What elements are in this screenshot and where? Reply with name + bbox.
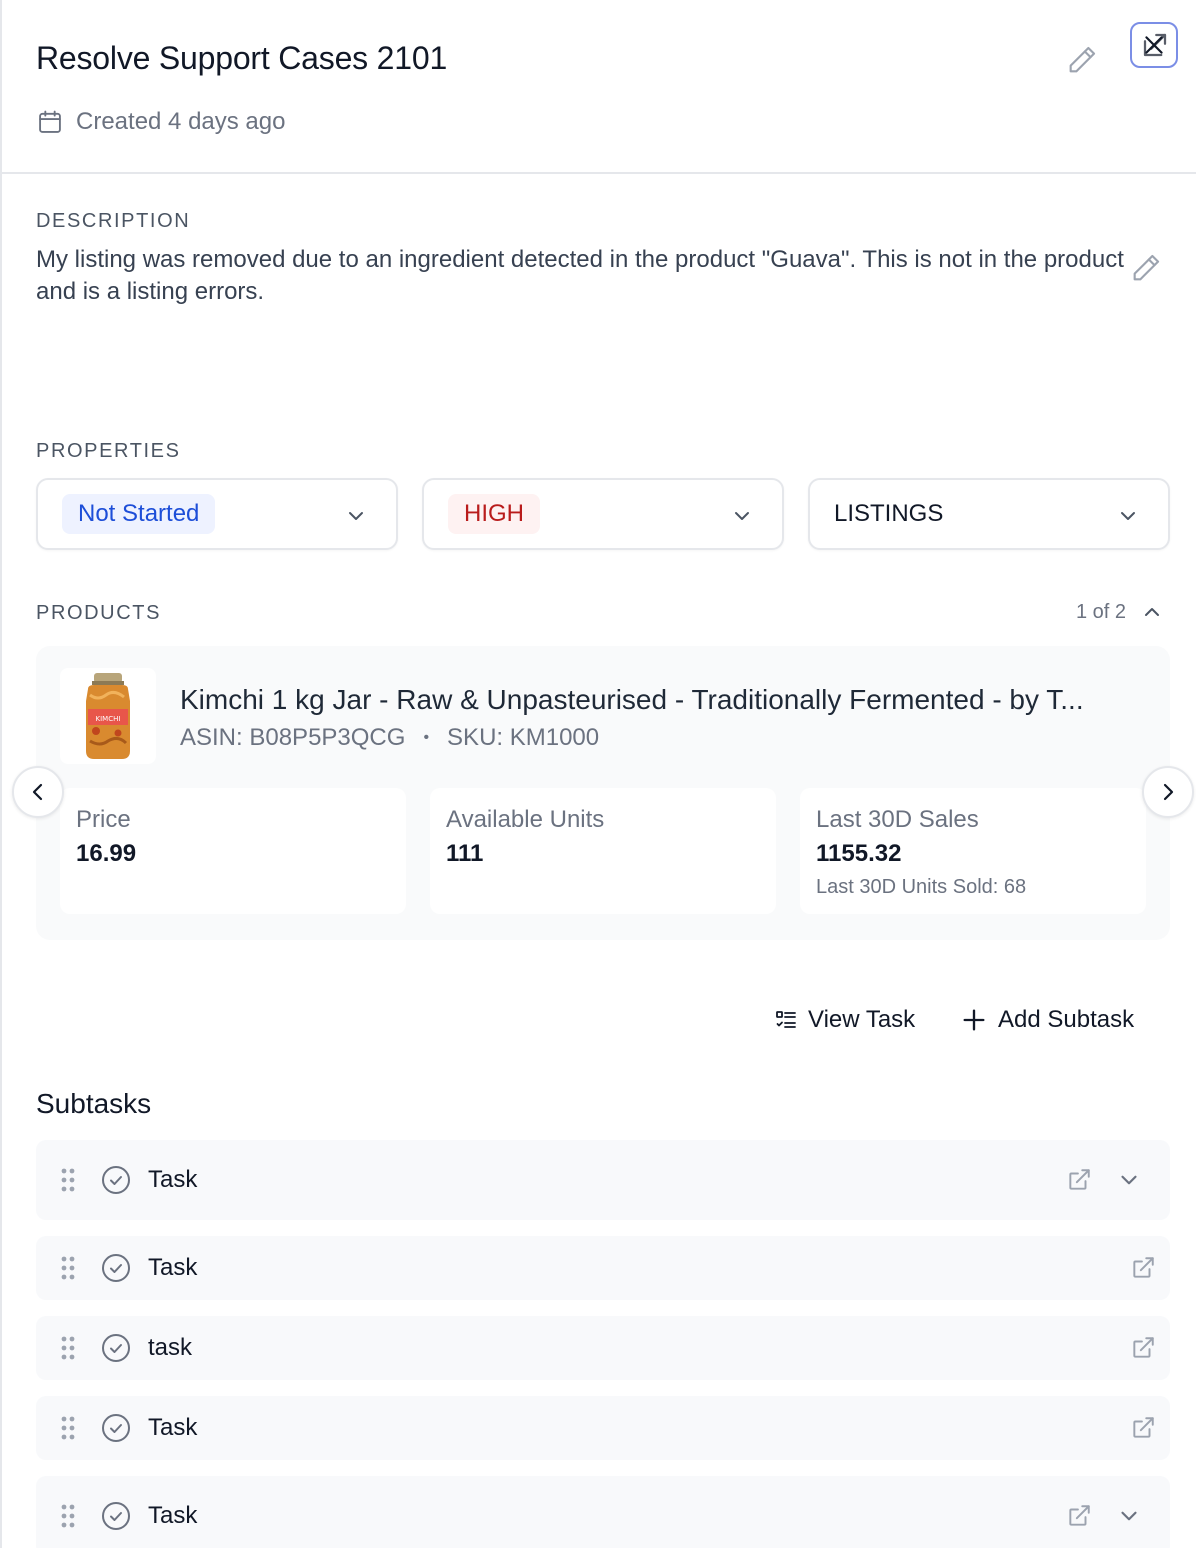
description-text: My listing was removed due to an ingredi… [36,246,1124,305]
close-icon [1145,36,1163,54]
checklist-icon [776,1011,796,1028]
drag-handle-icon[interactable] [56,1254,80,1282]
view-task-button[interactable]: View Task [774,1002,915,1038]
subtask-row[interactable]: Task [36,1236,1170,1300]
subtask-row[interactable]: Task [36,1140,1170,1220]
chevron-right-icon [1163,783,1174,801]
subtask-row[interactable]: Task [36,1396,1170,1460]
add-subtask-label: Add Subtask [998,1006,1135,1033]
close-button[interactable] [1130,22,1178,68]
description-label: DESCRIPTION [36,210,191,232]
drag-handle-icon[interactable] [56,1334,80,1362]
stat-last-30d-sales: Last 30D Sales 1155.32 Last 30D Units So… [800,788,1146,914]
page-title: Resolve Support Cases 2101 [36,40,448,76]
priority-badge: HIGH [448,494,540,534]
stat-value: 111 [446,840,484,867]
product-asin: ASIN: B08P5P3QCG [180,724,406,751]
check-circle-icon[interactable] [100,1164,132,1196]
next-product-button[interactable] [1142,766,1194,818]
external-link-icon[interactable] [1130,1415,1156,1441]
chevron-down-icon[interactable] [1116,1167,1142,1193]
products-label: PRODUCTS [36,602,162,624]
drag-handle-icon[interactable] [56,1502,80,1530]
external-link-icon[interactable] [1130,1255,1156,1281]
chevron-down-icon [349,512,363,520]
stat-label: Last 30D Sales [816,806,979,833]
task-detail-panel: Resolve Support Cases 2101 Created 4 day… [0,0,1196,1548]
pencil-icon [1069,46,1096,73]
plus-icon [963,1009,985,1031]
jar-label: KIMCHI [96,715,121,723]
stat-value: 16.99 [76,840,137,867]
id-separator: • [423,729,430,746]
pager-text: 1 of 2 [1076,600,1127,623]
external-link-icon[interactable] [1066,1167,1092,1193]
external-link-icon[interactable] [1066,1503,1092,1529]
drag-handle-icon[interactable] [56,1166,80,1194]
subtask-name[interactable]: task [148,1334,192,1362]
subtask-name[interactable]: Task [148,1414,197,1442]
header-divider [2,172,1196,174]
chevron-up-icon[interactable] [1140,600,1164,624]
product-title[interactable]: Kimchi 1 kg Jar - Raw & Unpasteurised - … [180,684,1146,716]
stat-label: Available Units [446,806,605,833]
calendar-icon [39,110,61,133]
subtask-name[interactable]: Task [148,1166,197,1194]
subtask-name[interactable]: Task [148,1254,197,1282]
prev-product-button[interactable] [12,766,64,818]
pencil-icon [1133,254,1160,281]
stat-available-units: Available Units 111 [430,788,776,914]
subtasks-heading: Subtasks [36,1088,152,1119]
add-subtask-button[interactable]: Add Subtask [960,1002,1134,1038]
edit-title-button[interactable] [1062,40,1102,80]
product-ids: ASIN: B08P5P3QCG • SKU: KM1000 [180,724,599,752]
subtask-row[interactable]: Task [36,1476,1170,1548]
check-circle-icon[interactable] [100,1332,132,1364]
stat-value: 1155.32 [816,840,902,867]
product-card: KIMCHI Kimchi 1 kg Jar - Raw & Unpasteur… [36,646,1170,940]
check-circle-icon[interactable] [100,1252,132,1284]
check-circle-icon[interactable] [100,1500,132,1532]
external-link-icon[interactable] [1130,1335,1156,1361]
product-thumbnail: KIMCHI [60,668,156,764]
stat-label: Price [76,806,131,833]
products-pager: 1 of 2 [1076,600,1164,624]
check-circle-icon[interactable] [100,1412,132,1444]
status-badge: Not Started [62,494,216,534]
product-sku: SKU: KM1000 [447,724,600,751]
priority-select[interactable]: HIGH [422,478,784,550]
created-text: Created 4 days ago [76,108,286,135]
status-select[interactable]: Not Started [36,478,398,550]
chevron-left-icon [32,783,43,801]
subtask-name[interactable]: Task [148,1502,197,1530]
edit-description-button[interactable] [1126,248,1166,288]
category-select[interactable]: LISTINGS [808,478,1170,550]
view-task-label: View Task [808,1006,916,1033]
subtask-row[interactable]: task [36,1316,1170,1380]
category-value: LISTINGS [834,500,944,527]
drag-handle-icon[interactable] [56,1414,80,1442]
kimchi-jar-image: KIMCHI [86,673,130,759]
stat-price: Price 16.99 [60,788,406,914]
created-meta: Created 4 days ago [36,108,285,136]
chevron-down-icon[interactable] [1116,1503,1142,1529]
chevron-down-icon [735,512,749,520]
properties-label: PROPERTIES [36,440,181,462]
stat-sub: Last 30D Units Sold: 68 [816,876,1027,898]
chevron-down-icon [1121,512,1135,520]
